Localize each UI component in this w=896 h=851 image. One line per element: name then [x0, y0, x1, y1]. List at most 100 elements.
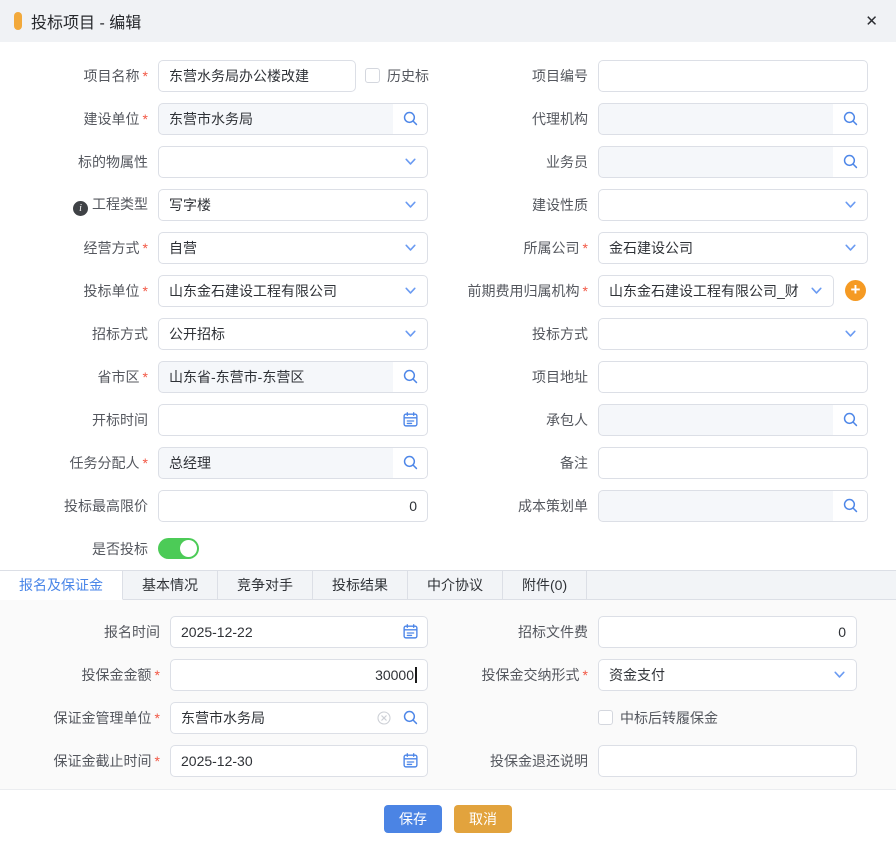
tender-method-value: 公开招标 [159, 324, 393, 344]
field-deposit-refund-note: 投保金退还说明 [448, 739, 896, 782]
salesman-picker[interactable] [598, 146, 868, 178]
tab-registration-deposit[interactable]: 报名及保证金 [0, 571, 123, 600]
field-project-address: 项目地址 [448, 355, 896, 398]
clear-icon[interactable] [377, 711, 391, 725]
operation-mode-select[interactable]: 自营 [158, 232, 428, 264]
bidding-unit-select[interactable]: 山东金石建设工程有限公司 [158, 275, 428, 307]
agency-picker[interactable] [598, 103, 868, 135]
province-city-label: 省市区 [98, 369, 140, 385]
province-city-value: 山东省-东营市-东营区 [159, 367, 393, 387]
subject-attribute-select[interactable] [158, 146, 428, 178]
bid-method-label: 投标方式 [532, 326, 588, 342]
search-icon[interactable] [833, 104, 867, 134]
toggle-knob [180, 540, 197, 557]
cost-plan-picker[interactable] [598, 490, 868, 522]
project-address-input[interactable] [599, 362, 867, 392]
add-org-button[interactable]: + [845, 280, 866, 301]
max-bid-price-label: 投标最高限价 [64, 498, 148, 514]
history-bid-checkbox[interactable] [365, 68, 380, 83]
pre-cost-org-select[interactable]: 山东金石建设工程有限公司_财务 [598, 275, 834, 307]
tender-method-select[interactable]: 公开招标 [158, 318, 428, 350]
project-name-input[interactable] [159, 61, 355, 91]
search-icon[interactable] [393, 448, 427, 478]
field-salesman: 业务员 [448, 140, 896, 183]
tab-agency-agreement[interactable]: 中介协议 [408, 571, 503, 599]
construction-unit-value: 东营市水务局 [159, 109, 393, 129]
deposit-refund-note-input[interactable] [599, 746, 856, 776]
chevron-down-icon [393, 190, 427, 220]
required-mark: * [583, 240, 588, 256]
field-operation-mode: 经营方式* 自营 [0, 226, 448, 269]
save-button[interactable]: 保存 [384, 805, 442, 833]
required-mark: * [143, 455, 148, 471]
tab-competitors[interactable]: 竞争对手 [218, 571, 313, 599]
deposit-deadline-datepicker[interactable]: 2025-12-30 [170, 745, 428, 777]
field-remark: 备注 [448, 441, 896, 484]
dialog-footer: 保存 取消 [0, 790, 896, 850]
field-subject-attribute: 标的物属性 [0, 140, 448, 183]
field-max-bid-price: 投标最高限价 0 [0, 484, 448, 527]
search-icon[interactable] [393, 362, 427, 392]
search-icon[interactable] [833, 147, 867, 177]
search-icon[interactable] [833, 491, 867, 521]
deposit-amount-input-wrap: 30000 [170, 659, 428, 691]
subject-attribute-label: 标的物属性 [78, 154, 148, 170]
province-city-picker[interactable]: 山东省-东营市-东营区 [158, 361, 428, 393]
field-deposit-amount: 投保金金额* 30000 [0, 653, 448, 696]
chevron-down-icon [833, 233, 867, 263]
close-icon[interactable]: ✕ [865, 14, 878, 29]
construction-nature-label: 建设性质 [532, 197, 588, 213]
deposit-manage-unit-picker[interactable]: 东营市水务局 [170, 702, 428, 734]
registration-time-label: 报名时间 [104, 624, 160, 640]
bid-method-select[interactable] [598, 318, 868, 350]
project-type-select[interactable]: 写字楼 [158, 189, 428, 221]
remark-label: 备注 [560, 455, 588, 471]
field-project-code: 项目编号 [448, 54, 896, 97]
cancel-button[interactable]: 取消 [454, 805, 512, 833]
history-bid-checkbox-group: 历史标 [365, 66, 429, 86]
field-tender-method: 招标方式 公开招标 [0, 312, 448, 355]
field-is-bidding: 是否投标 [0, 527, 448, 570]
construction-nature-select[interactable] [598, 189, 868, 221]
task-assignee-picker[interactable]: 总经理 [158, 447, 428, 479]
deposit-pay-form-select[interactable]: 资金支付 [598, 659, 857, 691]
deposit-amount-input[interactable]: 30000 [171, 667, 427, 683]
tab-attachments[interactable]: 附件(0) [503, 571, 587, 599]
project-name-label: 项目名称 [84, 68, 140, 84]
deposit-manage-unit-value: 东营市水务局 [171, 708, 377, 728]
construction-unit-label: 建设单位 [84, 111, 140, 127]
search-icon[interactable] [393, 703, 427, 733]
search-icon[interactable] [393, 104, 427, 134]
is-bidding-toggle[interactable] [158, 538, 199, 559]
field-bid-opening-time: 开标时间 [0, 398, 448, 441]
transfer-bond-checkbox[interactable] [598, 710, 613, 725]
bid-opening-time-datepicker[interactable] [158, 404, 428, 436]
project-code-label: 项目编号 [532, 68, 588, 84]
chevron-down-icon [833, 190, 867, 220]
agency-label: 代理机构 [532, 111, 588, 127]
tender-doc-fee-input[interactable]: 0 [599, 624, 856, 640]
contractor-picker[interactable] [598, 404, 868, 436]
max-bid-price-input[interactable]: 0 [159, 498, 427, 514]
project-code-input[interactable] [599, 61, 867, 91]
tab-basic-info[interactable]: 基本情况 [123, 571, 218, 599]
search-icon[interactable] [833, 405, 867, 435]
parent-company-select[interactable]: 金石建设公司 [598, 232, 868, 264]
task-assignee-value: 总经理 [159, 453, 393, 473]
tab-bid-result[interactable]: 投标结果 [313, 571, 408, 599]
field-tender-doc-fee: 招标文件费 0 [448, 610, 896, 653]
deposit-pay-form-value: 资金支付 [599, 665, 822, 685]
construction-unit-picker[interactable]: 东营市水务局 [158, 103, 428, 135]
form-right-column: 项目编号 代理机构 业务员 [448, 54, 896, 570]
deposit-refund-note-label: 投保金退还说明 [490, 753, 588, 769]
info-icon[interactable]: i [73, 201, 88, 216]
deposit-amount-label: 投保金金额 [82, 667, 152, 683]
project-type-value: 写字楼 [159, 195, 393, 215]
tender-method-label: 招标方式 [92, 326, 148, 342]
registration-time-datepicker[interactable]: 2025-12-22 [170, 616, 428, 648]
main-form: 项目名称 * 历史标 建设单位 * 东营市水务局 标的物属性 [0, 42, 896, 570]
remark-input[interactable] [599, 448, 867, 478]
calendar-icon [393, 405, 427, 435]
chevron-down-icon [833, 319, 867, 349]
required-mark: * [143, 240, 148, 256]
